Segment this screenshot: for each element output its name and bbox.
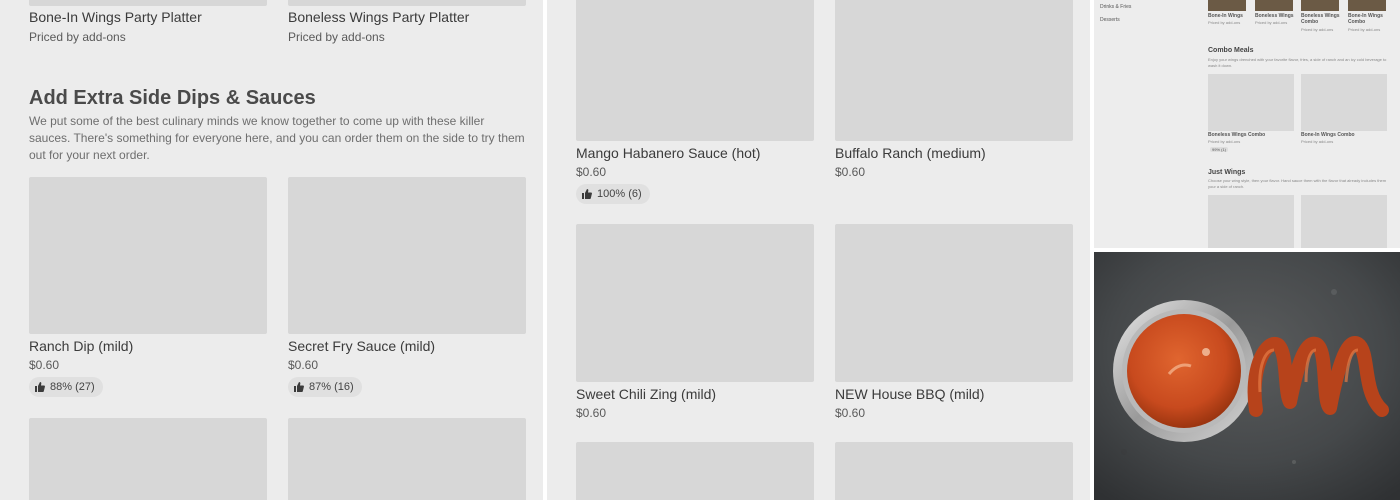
thumbs-up-icon xyxy=(35,382,45,392)
item-price: $0.60 xyxy=(835,165,866,179)
platter-image-2[interactable] xyxy=(288,0,526,6)
section-description: Choose your wing style, then your flavor… xyxy=(1208,178,1387,189)
item-price: $0.60 xyxy=(29,358,60,372)
rating-text: 100% (6) xyxy=(597,188,642,200)
item-image[interactable] xyxy=(288,177,526,334)
item-image[interactable] xyxy=(29,177,267,334)
rating-text: 87% (16) xyxy=(309,381,354,393)
item-name[interactable]: Ranch Dip (mild) xyxy=(29,338,133,354)
rating-badge: 99% (1) xyxy=(1210,147,1229,152)
item-image[interactable] xyxy=(835,224,1073,382)
item-name[interactable]: Boneless Wings Combo xyxy=(1301,13,1341,25)
item-image[interactable] xyxy=(1301,195,1387,248)
item-price: Priced by add-ons xyxy=(1348,27,1381,32)
item-name[interactable]: Bone-In Wings xyxy=(1208,13,1243,19)
item-image[interactable] xyxy=(576,224,814,382)
item-image[interactable] xyxy=(1208,195,1294,248)
section-description: Enjoy your wings drenched with your favo… xyxy=(1208,57,1387,68)
item-name[interactable]: Boneless Wings Party Platter xyxy=(288,9,469,25)
item-name[interactable]: Secret Fry Sauce (mild) xyxy=(288,338,435,354)
menu-overview-thumbnail: Drinks & Fries Desserts Bone-In Wings Pr… xyxy=(1094,0,1400,248)
item-price: Priced by add-ons xyxy=(1208,20,1241,25)
item-thumbnail[interactable] xyxy=(1255,0,1293,11)
thumbs-up-icon xyxy=(582,189,592,199)
item-image[interactable] xyxy=(835,0,1073,141)
item-image[interactable] xyxy=(288,418,526,500)
item-price: Priced by add-ons xyxy=(288,30,385,44)
sidebar-item-drinks[interactable]: Drinks & Fries xyxy=(1100,4,1131,10)
item-name[interactable]: NEW House BBQ (mild) xyxy=(835,386,984,402)
rating-text: 88% (27) xyxy=(50,381,95,393)
rating-badge: 88% (27) xyxy=(29,377,103,397)
item-price: Priced by add-ons xyxy=(1208,139,1241,144)
rating-badge: 100% (6) xyxy=(576,184,650,204)
item-name[interactable]: Boneless Wings Combo xyxy=(1208,132,1265,138)
item-image[interactable] xyxy=(835,442,1073,500)
item-name[interactable]: Bone-In Wings Combo xyxy=(1348,13,1388,25)
item-name[interactable]: Sweet Chili Zing (mild) xyxy=(576,386,716,402)
menu-panel-left: Bone-In Wings Party Platter Priced by ad… xyxy=(0,0,543,500)
thumbs-up-icon xyxy=(294,382,304,392)
item-name[interactable]: Boneless Wings xyxy=(1255,13,1294,19)
item-name[interactable]: Bone-In Wings Combo xyxy=(1301,132,1355,138)
item-thumbnail[interactable] xyxy=(1348,0,1386,11)
menu-panel-middle: Mango Habanero Sauce (hot) $0.60 100% (6… xyxy=(547,0,1090,500)
item-image[interactable] xyxy=(576,0,814,141)
sauce-bowl-illustration xyxy=(1094,252,1400,500)
section-description: We put some of the best culinary minds w… xyxy=(29,114,525,162)
item-image[interactable] xyxy=(1208,74,1294,131)
platter-image-1[interactable] xyxy=(29,0,267,6)
item-price: $0.60 xyxy=(835,406,866,420)
sauce-photo xyxy=(1094,252,1400,500)
section-title: Add Extra Side Dips & Sauces xyxy=(29,87,316,109)
item-price: $0.60 xyxy=(576,165,607,179)
item-price: Priced by add-ons xyxy=(1255,20,1288,25)
item-image[interactable] xyxy=(29,418,267,500)
item-name[interactable]: Buffalo Ranch (medium) xyxy=(835,145,986,161)
section-title: Combo Meals xyxy=(1208,47,1254,54)
section-title: Just Wings xyxy=(1208,169,1246,176)
item-price: $0.60 xyxy=(576,406,607,420)
item-price: Priced by add-ons xyxy=(29,30,126,44)
item-price: Priced by add-ons xyxy=(1301,139,1334,144)
item-image[interactable] xyxy=(576,442,814,500)
item-name[interactable]: Bone-In Wings Party Platter xyxy=(29,9,202,25)
item-thumbnail[interactable] xyxy=(1301,0,1339,11)
sidebar-item-desserts[interactable]: Desserts xyxy=(1100,17,1120,23)
item-price: $0.60 xyxy=(288,358,319,372)
item-name[interactable]: Mango Habanero Sauce (hot) xyxy=(576,145,760,161)
item-price: Priced by add-ons xyxy=(1301,27,1334,32)
item-thumbnail[interactable] xyxy=(1208,0,1246,11)
rating-badge: 87% (16) xyxy=(288,377,362,397)
sauce-pool xyxy=(1127,314,1241,428)
item-image[interactable] xyxy=(1301,74,1387,131)
